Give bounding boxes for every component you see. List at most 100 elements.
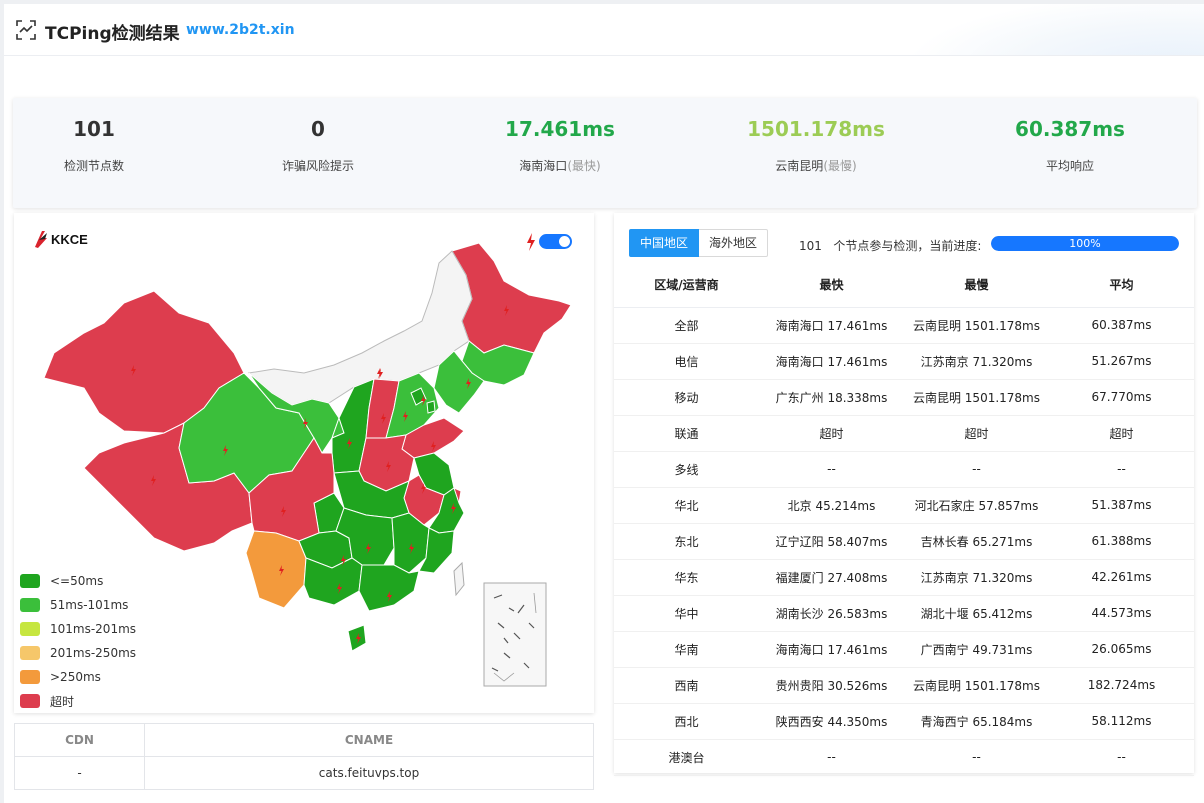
- south-sea-inset: [483, 582, 547, 687]
- tab-china[interactable]: 中国地区: [629, 229, 700, 257]
- tab-overseas[interactable]: 海外地区: [699, 229, 769, 257]
- table-row: 全部 海南海口 17.461ms 云南昆明 1501.178ms 60.387ms: [614, 307, 1194, 344]
- stat-average: 60.387ms 平均响应: [970, 98, 1170, 174]
- region-table-body: 全部 海南海口 17.461ms 云南昆明 1501.178ms 60.387ms 电信…: [614, 307, 1194, 776]
- legend-item[interactable]: 51ms-101ms: [20, 593, 136, 617]
- slowest-cell: 云南昆明 1501.178ms: [904, 307, 1049, 344]
- cdn-row: - cats.feituvps.top: [14, 756, 594, 790]
- table-row: 移动 广东广州 18.338ms 云南昆明 1501.178ms 67.770ms: [614, 379, 1194, 416]
- legend-item[interactable]: 101ms-201ms: [20, 617, 136, 641]
- stat-fastest-value: 17.461ms: [505, 117, 615, 141]
- region-cell: 西北: [614, 703, 759, 740]
- slowest-cell: 广西南宁 49.731ms: [904, 631, 1049, 668]
- stat-slowest-label: 云南昆明: [775, 159, 824, 173]
- stat-fraud-value: 0: [311, 117, 325, 141]
- table-row: 东北 辽宁辽阳 58.407ms 吉林长春 65.271ms 61.388ms: [614, 523, 1194, 560]
- slowest-cell: 云南昆明 1501.178ms: [904, 667, 1049, 704]
- fastest-cell: 陕西西安 44.350ms: [759, 703, 904, 740]
- slowest-cell: 超时: [904, 415, 1049, 452]
- fastest-cell: --: [759, 739, 904, 776]
- stat-slowest-value: 1501.178ms: [747, 117, 885, 141]
- average-cell: 超时: [1049, 415, 1194, 452]
- slowest-cell: 吉林长春 65.271ms: [904, 523, 1049, 560]
- region-cell: 电信: [614, 343, 759, 380]
- legend-label: 101ms-201ms: [50, 622, 137, 636]
- stat-average-label: 平均响应: [1045, 159, 1094, 173]
- node-count: 101: [799, 239, 822, 253]
- node-text: 个节点参与检测，当前进度:: [833, 239, 982, 253]
- stat-fastest-label: 海南海口: [519, 159, 568, 173]
- legend-label: 超时: [50, 694, 75, 709]
- average-cell: --: [1049, 451, 1194, 488]
- summary-bar: 101 检测节点数 0 诈骗风险提示 17.461ms 海南海口(最快) 150…: [13, 98, 1197, 208]
- region-cell: 华中: [614, 595, 759, 632]
- legend-item[interactable]: 超时: [20, 689, 136, 713]
- cdn-cell: -: [14, 756, 145, 790]
- fastest-cell: 贵州贵阳 30.526ms: [759, 667, 904, 704]
- map-region-tianjin[interactable]: [426, 400, 436, 414]
- legend-label: 201ms-250ms: [50, 646, 137, 660]
- cdn-table: CDN CNAME - cats.feituvps.top: [14, 723, 594, 790]
- site-link[interactable]: www.2b2t.xin: [186, 22, 295, 38]
- table-row: 华南 海南海口 17.461ms 广西南宁 49.731ms 26.065ms: [614, 631, 1194, 668]
- legend-label: >250ms: [50, 670, 101, 684]
- average-cell: 58.112ms: [1049, 703, 1194, 740]
- stat-slowest-note: (最慢): [823, 159, 857, 173]
- scan-icon: [16, 20, 36, 40]
- map-legend: <=50ms 51ms-101ms 101ms-201ms 201ms-250m…: [20, 569, 136, 713]
- cdn-col-header: CDN: [14, 723, 145, 757]
- fastest-cell: 辽宁辽阳 58.407ms: [759, 523, 904, 560]
- stat-nodes-label: 检测节点数: [63, 159, 124, 173]
- legend-swatch: [20, 598, 40, 612]
- region-cell: 港澳台: [614, 739, 759, 776]
- col-slowest: 最慢: [904, 263, 1049, 308]
- slowest-cell: 河北石家庄 57.857ms: [904, 487, 1049, 524]
- average-cell: 51.387ms: [1049, 487, 1194, 524]
- slowest-cell: 江苏南京 71.320ms: [904, 343, 1049, 380]
- map-region-taiwan[interactable]: [453, 561, 465, 597]
- stat-slowest-label-wrap: 云南昆明(最慢): [716, 157, 916, 174]
- region-cell: 多线: [614, 451, 759, 488]
- region-cell: 全部: [614, 307, 759, 344]
- average-cell: 60.387ms: [1049, 307, 1194, 344]
- region-cell: 华南: [614, 631, 759, 668]
- table-row: 华北 北京 45.214ms 河北石家庄 57.857ms 51.387ms: [614, 487, 1194, 524]
- average-cell: 26.065ms: [1049, 631, 1194, 668]
- header-decoration: [904, 4, 1204, 55]
- map-region-yunnan[interactable]: [245, 530, 307, 609]
- table-row: 西南 贵州贵阳 30.526ms 云南昆明 1501.178ms 182.724ms: [614, 667, 1194, 704]
- slowest-cell: 江苏南京 71.320ms: [904, 559, 1049, 596]
- table-row: 西北 陕西西安 44.350ms 青海西宁 65.184ms 58.112ms: [614, 703, 1194, 740]
- legend-label: <=50ms: [50, 574, 104, 588]
- cdn-header-row: CDN CNAME: [14, 723, 594, 757]
- results-panel: 中国地区 海外地区 101 个节点参与检测，当前进度: 100% 区域/运营商 …: [614, 213, 1194, 776]
- average-cell: 67.770ms: [1049, 379, 1194, 416]
- page-title: TCPing检测结果: [45, 24, 180, 44]
- fastest-cell: 北京 45.214ms: [759, 487, 904, 524]
- legend-swatch: [20, 694, 40, 708]
- region-cell: 东北: [614, 523, 759, 560]
- legend-item[interactable]: 201ms-250ms: [20, 641, 136, 665]
- average-cell: 61.388ms: [1049, 523, 1194, 560]
- table-row: 电信 海南海口 17.461ms 江苏南京 71.320ms 51.267ms: [614, 343, 1194, 380]
- progress-info: 101 个节点参与检测，当前进度:: [799, 237, 981, 254]
- average-cell: 51.267ms: [1049, 343, 1194, 380]
- col-average: 平均: [1049, 263, 1194, 308]
- legend-label: 51ms-101ms: [50, 598, 129, 612]
- stat-fraud: 0 诈骗风险提示: [218, 98, 418, 174]
- table-header-row: 区域/运营商 最快 最慢 平均: [614, 263, 1194, 308]
- col-fastest: 最快: [759, 263, 904, 308]
- fastest-cell: 超时: [759, 415, 904, 452]
- table-row: 华东 福建厦门 27.408ms 江苏南京 71.320ms 42.261ms: [614, 559, 1194, 596]
- region-cell: 联通: [614, 415, 759, 452]
- fastest-cell: 福建厦门 27.408ms: [759, 559, 904, 596]
- legend-swatch: [20, 574, 40, 588]
- table-row: 联通 超时 超时 超时: [614, 415, 1194, 452]
- stat-slowest: 1501.178ms 云南昆明(最慢): [716, 98, 916, 174]
- legend-item[interactable]: >250ms: [20, 665, 136, 689]
- region-table: 区域/运营商 最快 最慢 平均 全部 海南海口 17.461ms 云南昆明 1501…: [614, 263, 1194, 776]
- legend-item[interactable]: <=50ms: [20, 569, 136, 593]
- region-cell: 华东: [614, 559, 759, 596]
- fastest-cell: --: [759, 451, 904, 488]
- slowest-cell: --: [904, 451, 1049, 488]
